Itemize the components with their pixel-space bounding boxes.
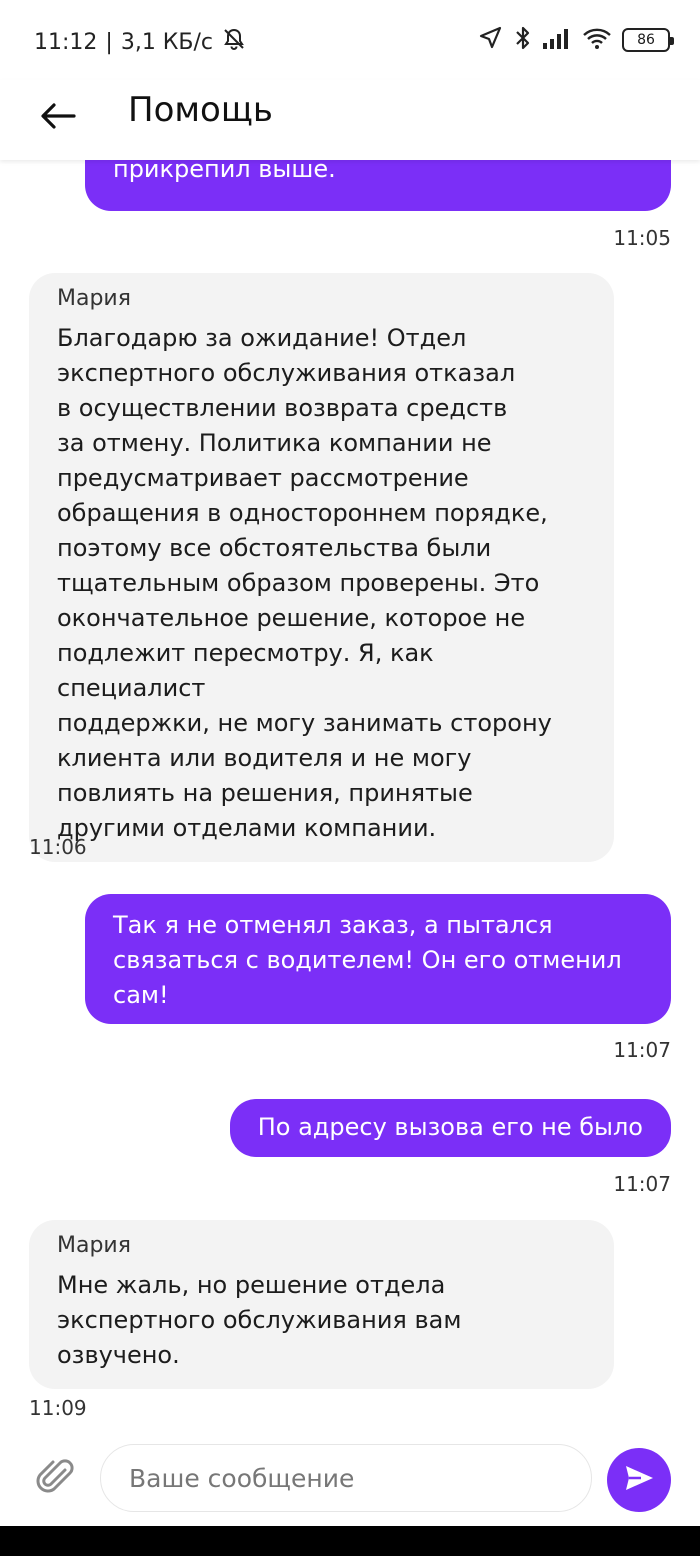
message-text: Благодарю за ожидание! Отдел экспертного… [57, 321, 586, 846]
status-time: 11:12 [34, 29, 98, 55]
muted-bell-icon [221, 26, 247, 58]
message-line: связаться с водителем! Он его отменил [113, 946, 622, 974]
incoming-message: Мария Благодарю за ожидание! Отдел экспе… [29, 273, 614, 862]
outgoing-message: По адресу вызова его не было [229, 1099, 671, 1157]
message-line: сам! [113, 981, 169, 1009]
message-time: 11:09 [29, 1396, 87, 1420]
message-line: обращения в одностороннем порядке, [57, 499, 548, 527]
message-input[interactable] [100, 1444, 592, 1512]
message-line: окончательное решение, которое не [57, 604, 526, 632]
battery-icon: 86 [622, 28, 674, 52]
message-line: клиента или водителя и не могу [57, 744, 472, 772]
message-line: Так я не отменял заказ, а пытался [113, 911, 553, 939]
location-arrow-icon [478, 25, 504, 55]
message-text: прикрепил выше. [113, 160, 336, 183]
app-header: Помощь [0, 80, 700, 160]
page-title: Помощь [128, 90, 273, 130]
attach-button[interactable] [30, 1454, 80, 1504]
status-right: 86 [478, 24, 674, 56]
status-left: 11:12 | 3,1 КБ/с [34, 26, 247, 58]
message-line: поэтому все обстоятельства были [57, 534, 492, 562]
message-line: другими отделами компании. [57, 814, 437, 842]
outgoing-message: Так я не отменял заказ, а пытался связат… [85, 894, 671, 1024]
message-line: за отмену. Политика компании не [57, 429, 492, 457]
outgoing-message: прикрепил выше. [85, 160, 671, 211]
message-text: Мне жаль, но решение отдела экспертного … [57, 1268, 586, 1373]
wifi-icon [582, 26, 612, 54]
message-line: предусматривает рассмотрение [57, 464, 469, 492]
message-line: экспертного обслуживания вам [57, 1306, 462, 1334]
message-composer [0, 1436, 700, 1526]
message-time: 11:06 [29, 835, 87, 859]
arrow-left-icon [40, 102, 76, 134]
incoming-message: Мария Мне жаль, но решение отдела экспер… [29, 1220, 614, 1389]
sender-name: Мария [57, 1233, 131, 1258]
back-button[interactable] [36, 96, 80, 140]
network-speed: 3,1 КБ/с [120, 29, 214, 55]
status-bar: 11:12 | 3,1 КБ/с 86 [0, 0, 700, 80]
signal-icon [542, 27, 572, 53]
message-time: 11:07 [613, 1172, 671, 1196]
message-line: Мне жаль, но решение отдела [57, 1271, 446, 1299]
message-line: экспертного обслуживания отказал [57, 359, 516, 387]
status-divider: | [105, 29, 113, 55]
message-line: поддержки, не могу занимать сторону [57, 709, 552, 737]
message-time: 11:05 [613, 226, 671, 250]
message-line: тщательным образом проверены. Это [57, 569, 540, 597]
system-nav-bar [0, 1526, 700, 1556]
message-line: в осуществлении возврата средств [57, 394, 508, 422]
message-text: По адресу вызова его не было [257, 1113, 643, 1141]
message-line: повлиять на решения, принятые [57, 779, 473, 807]
message-line: Благодарю за ожидание! Отдел [57, 324, 467, 352]
bluetooth-icon [514, 24, 532, 56]
paperclip-icon [35, 1456, 75, 1502]
message-line: подлежит пересмотру. Я, как специалист [57, 639, 434, 702]
message-line: озвучено. [57, 1341, 180, 1369]
sender-name: Мария [57, 286, 131, 311]
message-time: 11:07 [613, 1038, 671, 1062]
send-button[interactable] [607, 1448, 671, 1512]
chat-messages[interactable]: прикрепил выше. 11:05 Мария Благодарю за… [0, 160, 700, 1436]
send-icon [623, 1463, 655, 1497]
